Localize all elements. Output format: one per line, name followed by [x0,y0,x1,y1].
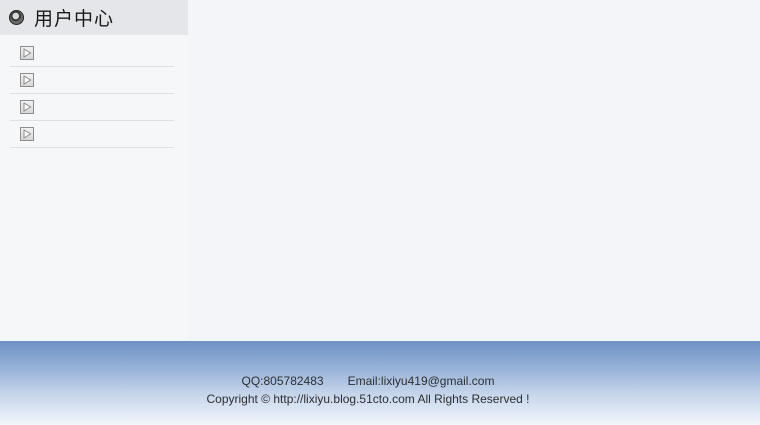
footer-copyright: Copyright © http://lixiyu.blog.51cto.com… [206,392,530,406]
radio-bullet-icon [9,10,24,25]
main-content-area [188,0,760,341]
sidebar-menu-item-4[interactable] [10,121,174,148]
footer-email: Email:lixiyu419@gmail.com [347,374,495,388]
sidebar-menu-item-3[interactable] [10,94,174,121]
footer-contact-line: QQ:805782483 Email:lixiyu419@gmail.com [0,374,736,388]
play-arrow-icon [20,100,34,114]
play-arrow-icon [20,73,34,87]
sidebar-title: 用户中心 [34,8,115,30]
footer: QQ:805782483 Email:lixiyu419@gmail.com Co… [0,341,760,425]
footer-qq: QQ:805782483 [241,374,324,388]
sidebar-menu-item-2[interactable] [10,67,174,94]
sidebar-menu-item-1[interactable] [10,40,174,67]
page: 用户中心 QQ:805782483 Email:lixiyu419@gmail.… [0,0,760,425]
sidebar: 用户中心 [0,0,188,341]
play-arrow-icon [20,127,34,141]
play-arrow-icon [20,46,34,60]
sidebar-menu [10,40,174,148]
sidebar-header: 用户中心 [0,0,188,35]
